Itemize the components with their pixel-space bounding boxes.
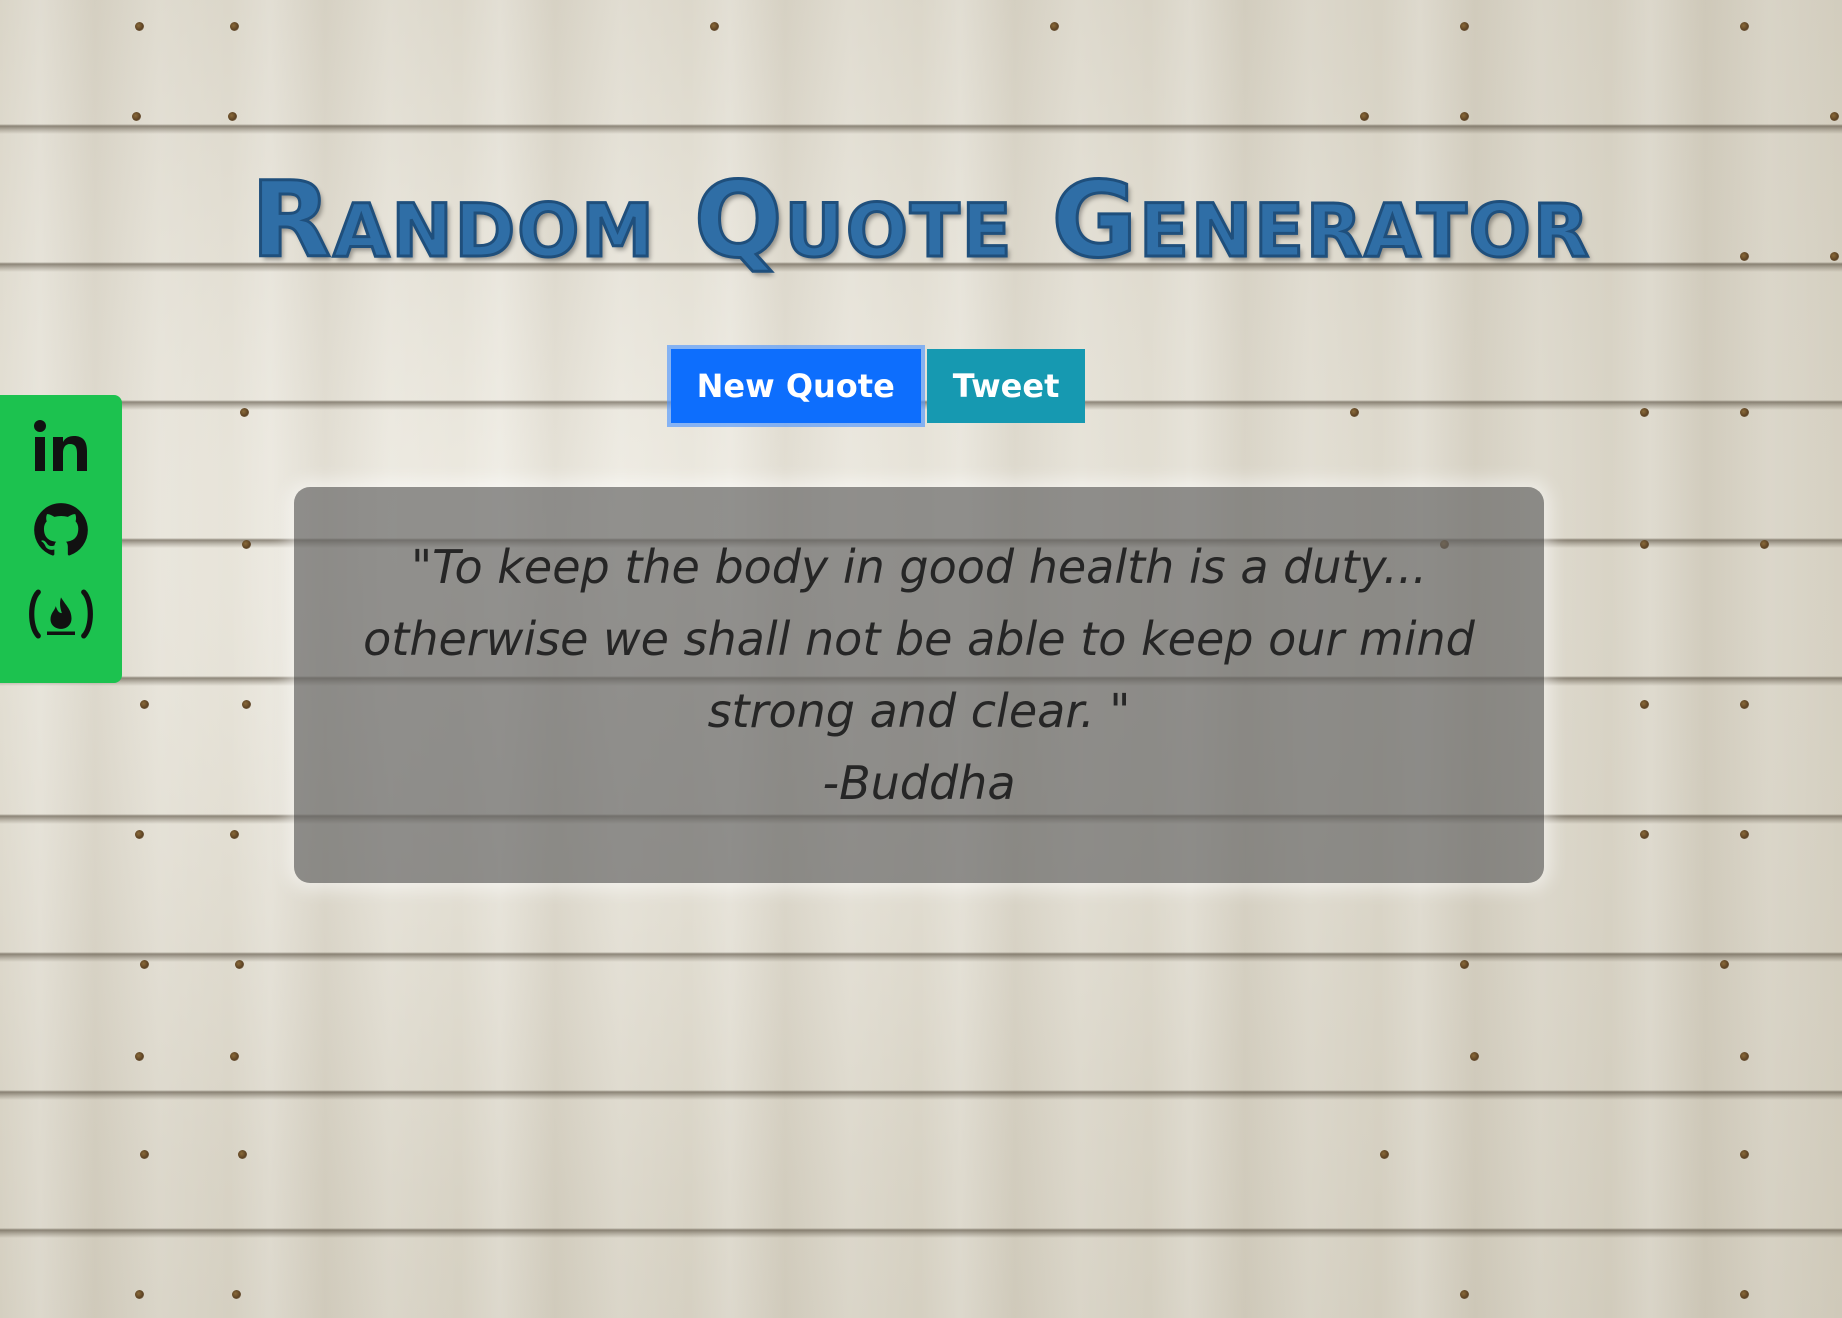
social-sidebar: [0, 395, 122, 683]
action-buttons: New Quote Tweet: [0, 349, 1842, 423]
quote-card: "To keep the body in good health is a du…: [294, 487, 1544, 883]
linkedin-glyph: [34, 420, 87, 471]
nail-row: [0, 960, 1842, 972]
new-quote-button[interactable]: New Quote: [670, 349, 921, 423]
freecodecamp-glyph: [29, 589, 93, 639]
page-title: Random Quote Generator: [249, 159, 1592, 281]
quote-author: -Buddha: [822, 756, 1016, 810]
linkedin-icon[interactable]: [26, 413, 96, 479]
tweet-button[interactable]: Tweet: [926, 349, 1086, 423]
quote-text: "To keep the body in good health is a du…: [363, 540, 1475, 738]
nail-row: [0, 22, 1842, 34]
nail-row: [0, 1052, 1842, 1064]
freecodecamp-icon[interactable]: [26, 581, 96, 647]
github-icon[interactable]: [26, 497, 96, 563]
nail-row: [0, 112, 1842, 124]
nail-row: [0, 1150, 1842, 1162]
github-glyph: [34, 503, 88, 556]
nail-row: [0, 1290, 1842, 1302]
